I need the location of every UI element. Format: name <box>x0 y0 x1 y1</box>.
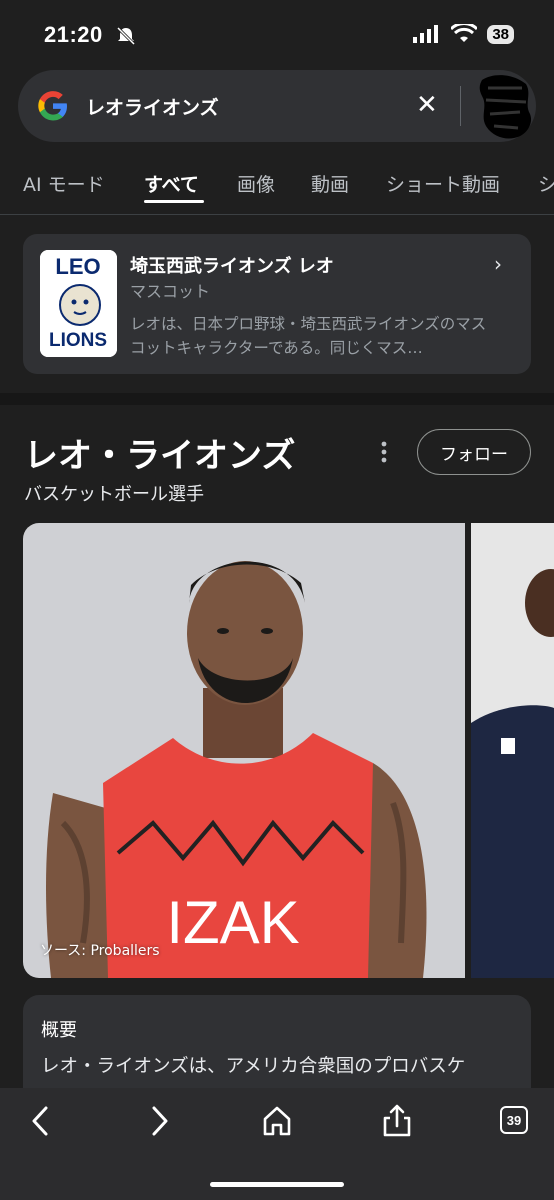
tab-all[interactable]: すべて <box>144 170 199 197</box>
chevron-right-icon[interactable]: › <box>494 252 502 276</box>
entity-title[interactable]: 埼玉西武ライオンズ レオ <box>130 252 334 278</box>
photo-source: ソース: Proballers <box>40 943 160 959</box>
tab-images[interactable]: 画像 <box>237 170 275 197</box>
battery-indicator: 38 <box>487 24 514 44</box>
home-icon[interactable] <box>260 1104 294 1138</box>
tab-ai-mode[interactable]: AI モード <box>23 170 105 197</box>
status-icons: 38 <box>413 24 514 44</box>
tab-active-indicator <box>144 200 204 203</box>
player-photo[interactable]: IZAK <box>23 523 465 978</box>
panel-title: レオ・ライオンズ <box>24 436 296 476</box>
home-indicator <box>210 1182 344 1187</box>
follow-button[interactable]: フォロー <box>417 429 531 475</box>
entity-subtitle: マスコット <box>130 282 211 301</box>
signal-icon <box>413 25 439 43</box>
tab-short-videos[interactable]: ショート動画 <box>386 170 500 197</box>
more-vert-icon[interactable] <box>376 438 392 468</box>
tabs-button[interactable]: 39 <box>500 1106 528 1134</box>
clear-icon[interactable]: ✕ <box>416 90 438 120</box>
tab-videos[interactable]: 動画 <box>311 170 349 197</box>
overview-title: 概要 <box>41 1020 77 1041</box>
tabs-divider <box>0 214 554 215</box>
svg-text:IZAK: IZAK <box>166 889 299 956</box>
search-input[interactable]: レオライオンズ <box>86 93 219 120</box>
search-divider <box>460 86 461 126</box>
section-divider <box>0 393 554 405</box>
forward-icon[interactable] <box>142 1104 176 1138</box>
overview-text: レオ・ライオンズは、アメリカ合衆国のプロバスケ <box>41 1056 466 1077</box>
bell-muted-icon <box>116 26 136 46</box>
svg-text:LIONS: LIONS <box>49 330 107 351</box>
wifi-icon <box>451 24 478 42</box>
share-icon[interactable] <box>380 1104 414 1138</box>
panel-subtitle: バスケットボール選手 <box>24 484 204 505</box>
player-photo-secondary[interactable] <box>471 523 554 978</box>
status-time: 21:20 <box>44 22 103 47</box>
tab-more[interactable]: シ <box>538 170 554 197</box>
back-icon[interactable] <box>24 1104 58 1138</box>
avatar[interactable] <box>474 70 536 142</box>
entity-description: レオは、日本プロ野球・埼玉西武ライオンズのマスコットキャラクターである。同じくマ… <box>130 315 487 357</box>
svg-text:LEO: LEO <box>55 254 100 279</box>
entity-logo: LEO LIONS <box>40 250 117 357</box>
google-logo-icon <box>38 91 67 121</box>
